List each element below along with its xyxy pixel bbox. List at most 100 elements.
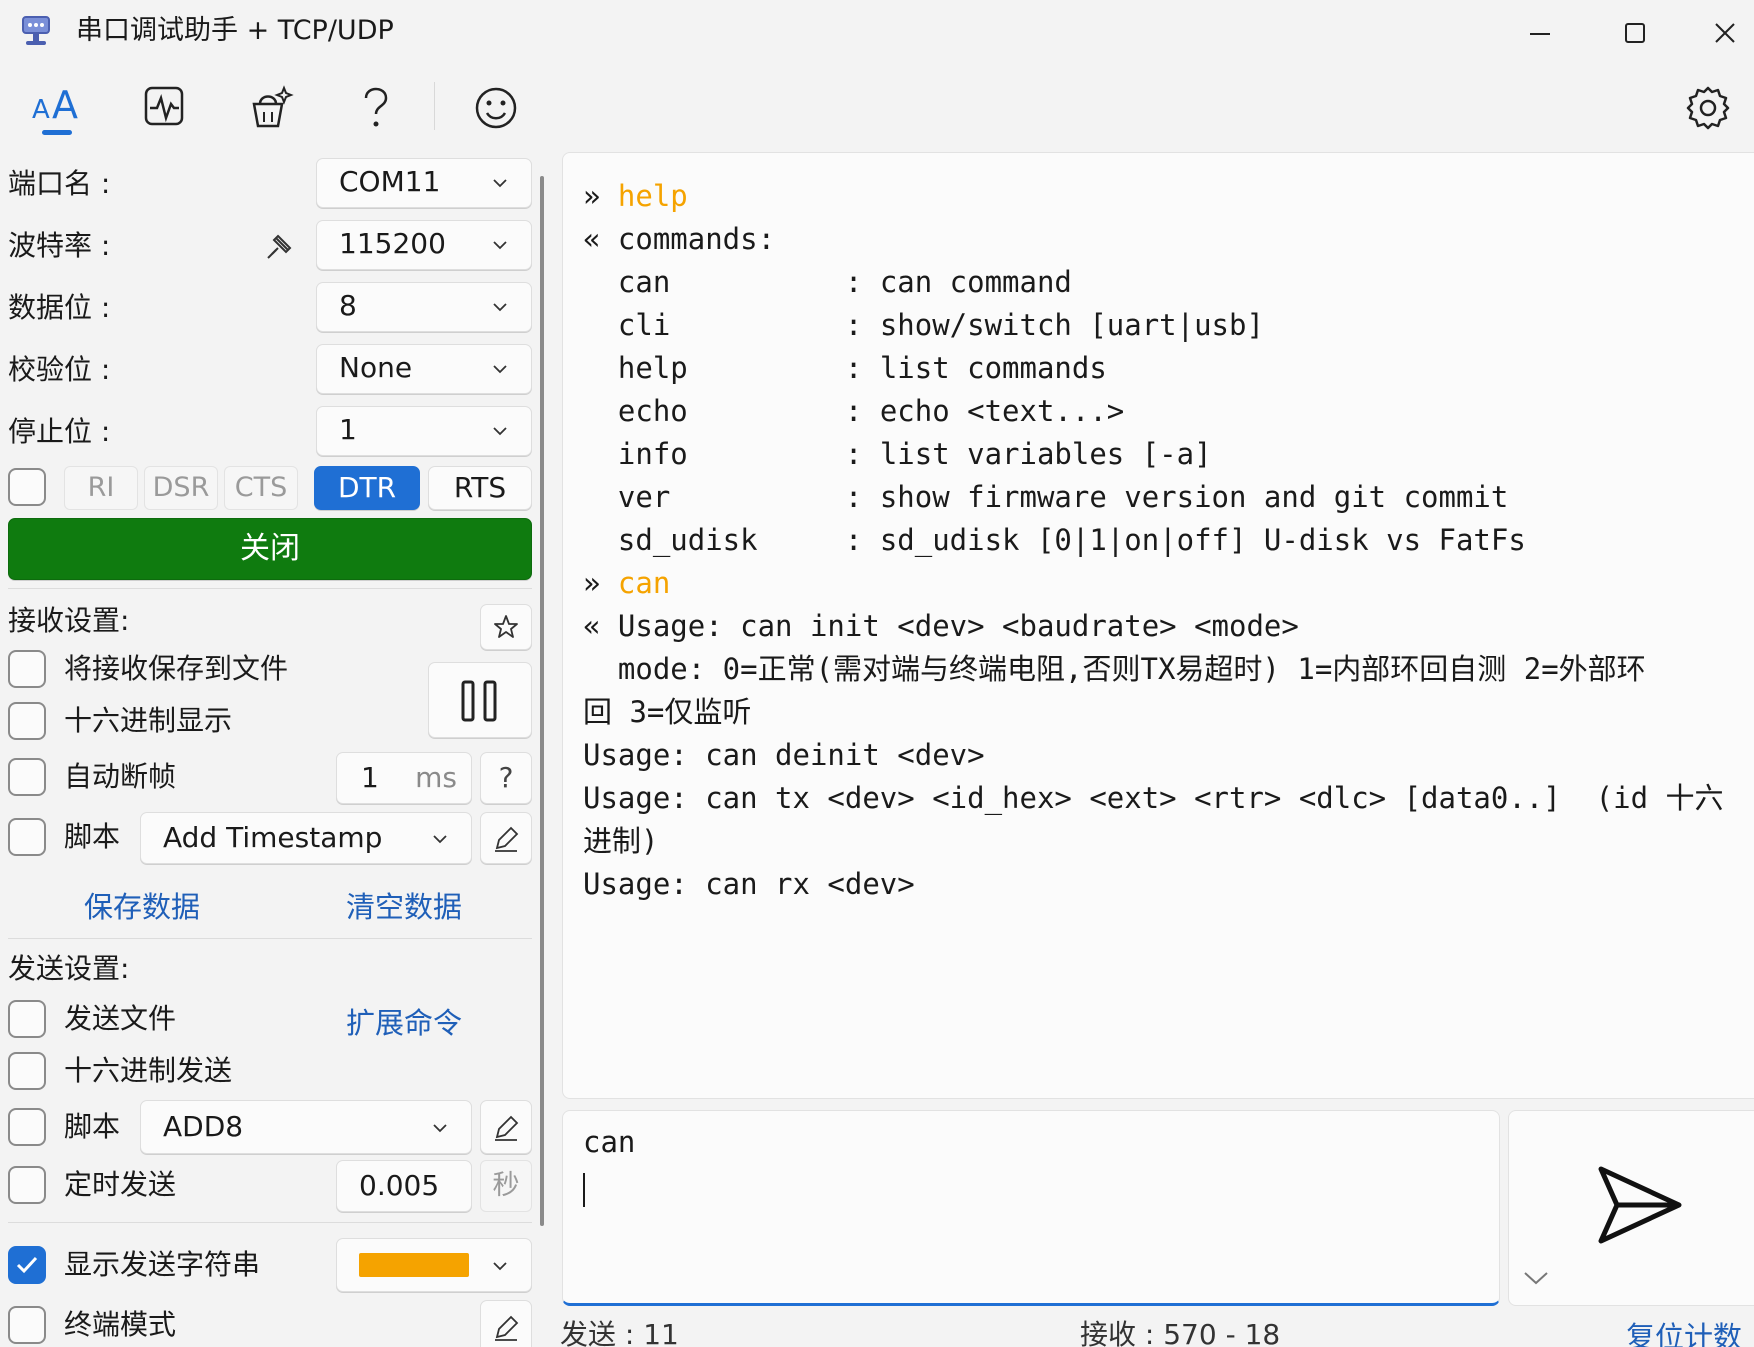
- send-file-label: 发送文件: [64, 1002, 177, 1035]
- terminal-line-prefix: [583, 480, 618, 514]
- terminal-line-prefix: [583, 308, 618, 342]
- cts-indicator: CTS: [224, 466, 298, 510]
- signal-checkbox[interactable]: [8, 468, 46, 506]
- terminal-line: cli : show/switch [uart|usb]: [583, 302, 1264, 348]
- port-select[interactable]: COM11: [316, 158, 532, 208]
- save-to-file-checkbox[interactable]: [8, 650, 46, 688]
- auto-frame-unit: ms: [415, 761, 457, 794]
- terminal-line-prefix: [583, 265, 618, 299]
- terminal-mode-edit-button[interactable]: [480, 1300, 532, 1347]
- send-button[interactable]: [1508, 1110, 1754, 1306]
- cleanup-icon[interactable]: [238, 76, 302, 140]
- auto-frame-checkbox[interactable]: [8, 758, 46, 796]
- stopbits-label: 停止位 :: [8, 415, 111, 448]
- terminal-line-prefix: [583, 351, 618, 385]
- terminal-line-text: help : list commands: [617, 351, 1107, 385]
- receive-script-select[interactable]: Add Timestamp: [140, 812, 472, 864]
- reset-count-link[interactable]: 复位计数: [1626, 1314, 1742, 1347]
- timer-interval-input[interactable]: 0.005: [336, 1160, 472, 1212]
- chevron-down-icon: [493, 303, 507, 312]
- gear-icon[interactable]: [1676, 76, 1740, 140]
- send-color-picker[interactable]: [336, 1238, 532, 1292]
- save-data-link[interactable]: 保存数据: [84, 884, 200, 926]
- chevron-down-icon: [493, 241, 507, 250]
- hex-display-checkbox[interactable]: [8, 702, 46, 740]
- terminal-line: echo : echo <text...>: [583, 388, 1124, 434]
- clear-data-link[interactable]: 清空数据: [346, 884, 462, 926]
- close-window-icon[interactable]: [1710, 18, 1740, 48]
- app-window: 串口调试助手 + TCP/UDP A A 端口名: COM11 波特率: 1…: [0, 0, 1754, 1347]
- font-icon[interactable]: A A: [26, 76, 90, 140]
- show-send-string-checkbox[interactable]: [8, 1246, 46, 1284]
- baud-select[interactable]: 115200: [316, 220, 532, 270]
- receive-script-label: 脚本: [64, 820, 121, 853]
- terminal-line-prefix: [583, 437, 618, 471]
- terminal-line-text: Usage: can rx <dev>: [583, 867, 915, 901]
- send-script-edit-button[interactable]: [480, 1100, 532, 1154]
- save-to-file-label: 将接收保存到文件: [64, 652, 289, 685]
- close-port-button[interactable]: 关闭: [8, 518, 532, 580]
- port-value: COM11: [339, 165, 441, 198]
- send-input-box[interactable]: can: [562, 1110, 1500, 1306]
- baud-label: 波特率 :: [8, 229, 111, 262]
- maximize-icon[interactable]: [1620, 18, 1650, 48]
- receive-script-value: Add Timestamp: [163, 821, 383, 854]
- hex-send-checkbox[interactable]: [8, 1052, 46, 1090]
- minimize-icon[interactable]: [1525, 24, 1555, 44]
- terminal-line: Usage: can tx <dev> <id_hex> <ext> <rtr>…: [583, 775, 1724, 821]
- help-icon[interactable]: [344, 76, 408, 140]
- terminal-mode-checkbox[interactable]: [8, 1306, 46, 1344]
- send-script-label: 脚本: [64, 1110, 121, 1143]
- databits-select[interactable]: 8: [316, 282, 532, 332]
- terminal-line-text: info : list variables [-a]: [617, 437, 1212, 471]
- receive-script-checkbox[interactable]: [8, 818, 46, 856]
- parity-select[interactable]: None: [316, 344, 532, 394]
- terminal-line: info : list variables [-a]: [583, 431, 1212, 477]
- send-script-select[interactable]: ADD8: [140, 1100, 472, 1154]
- receive-script-edit-button[interactable]: [480, 812, 532, 864]
- auto-frame-input[interactable]: 1 ms: [336, 752, 472, 804]
- sent-count: 发送 : 11: [560, 1318, 679, 1347]
- left-panel-scrollbar[interactable]: [540, 176, 544, 1226]
- dtr-toggle[interactable]: DTR: [314, 466, 420, 510]
- pause-button[interactable]: [428, 662, 532, 738]
- edit-icon: [495, 826, 519, 852]
- edit-icon: [495, 1315, 519, 1341]
- auto-frame-label: 自动断帧: [64, 760, 177, 793]
- terminal-echo-command: help: [617, 179, 688, 213]
- send-script-checkbox[interactable]: [8, 1108, 46, 1146]
- extended-commands-link[interactable]: 扩展命令: [346, 1000, 462, 1042]
- auto-frame-help-button[interactable]: ?: [480, 752, 532, 804]
- baud-pin-icon[interactable]: [264, 228, 298, 262]
- terminal-line: 进制): [583, 818, 658, 864]
- ri-indicator: RI: [64, 466, 138, 510]
- divider: [8, 588, 532, 589]
- stopbits-select[interactable]: 1: [316, 406, 532, 456]
- terminal-line-text: sd_udisk : sd_udisk [0|1|on|off] U-disk …: [617, 523, 1526, 557]
- terminal-line: « Usage: can init <dev> <baudrate> <mode…: [583, 603, 1299, 649]
- show-send-string-label: 显示发送字符串: [64, 1248, 261, 1281]
- waveform-icon[interactable]: [133, 76, 197, 140]
- terminal-echo-command: can: [617, 566, 671, 600]
- app-icon: [22, 16, 50, 45]
- send-options-chevron-icon[interactable]: [1521, 1267, 1551, 1289]
- send-script-value: ADD8: [163, 1110, 244, 1143]
- rts-toggle[interactable]: RTS: [428, 466, 532, 510]
- terminal-line-text: mode: 0=正常(需对端与终端电阻,否则TX易超时) 1=内部环回自测 2=…: [617, 652, 1646, 686]
- terminal-output[interactable]: » help « commands: can : can command cli …: [562, 152, 1754, 1099]
- send-file-checkbox[interactable]: [8, 1000, 46, 1038]
- terminal-line: help : list commands: [583, 345, 1107, 391]
- smiley-icon[interactable]: [464, 76, 528, 140]
- received-count: 接收 : 570 - 18: [1080, 1318, 1281, 1347]
- terminal-line-text: Usage: can deinit <dev>: [583, 738, 985, 772]
- svg-text:A: A: [32, 95, 50, 125]
- terminal-line-prefix: [583, 652, 618, 686]
- terminal-line-text: Usage: can tx <dev> <id_hex> <ext> <rtr>…: [583, 781, 1724, 815]
- favorite-button[interactable]: [480, 604, 532, 650]
- terminal-line-text: commands:: [617, 222, 776, 256]
- timer-send-checkbox[interactable]: [8, 1166, 46, 1204]
- timer-send-label: 定时发送: [64, 1168, 177, 1201]
- send-input-text: can: [583, 1125, 636, 1159]
- svg-text:A: A: [52, 83, 78, 127]
- toolbar-divider: [434, 82, 435, 130]
